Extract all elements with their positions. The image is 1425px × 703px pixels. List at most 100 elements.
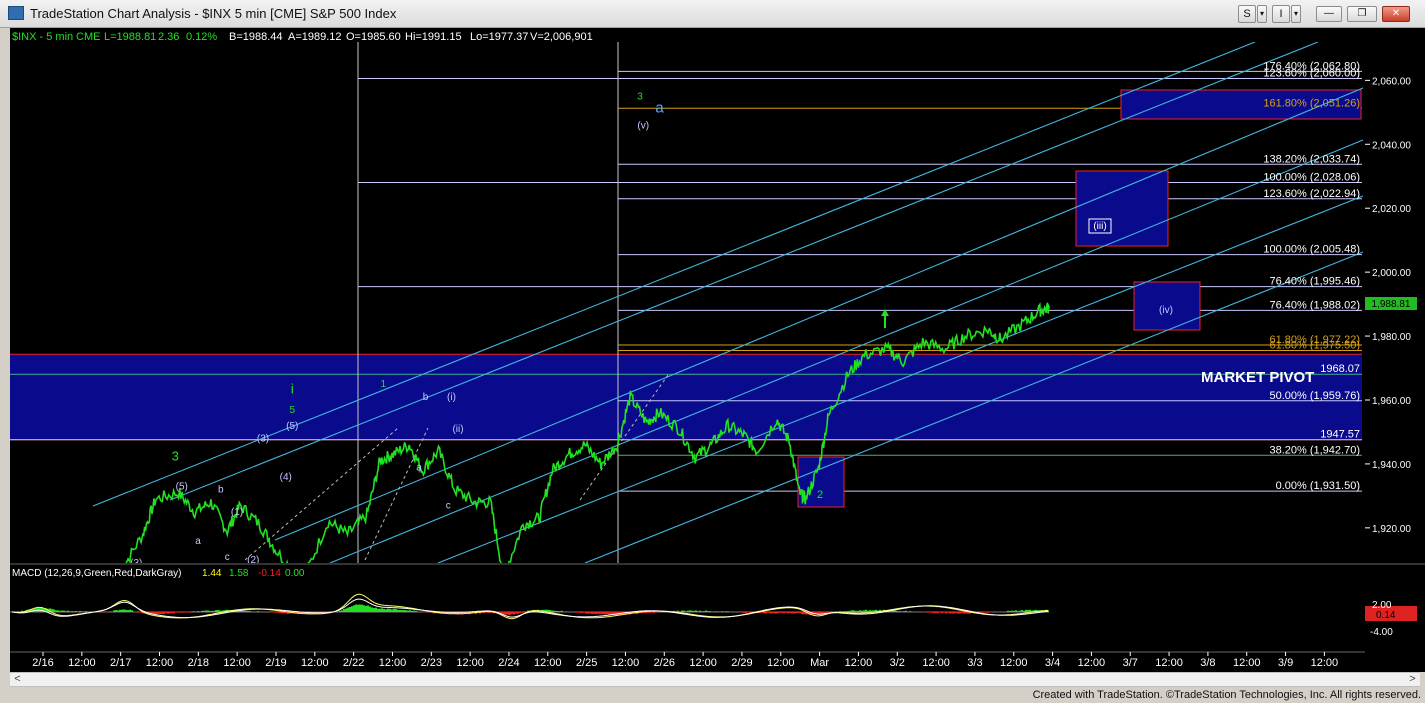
x-tick-label: 3/4	[1045, 657, 1060, 669]
title-bar: TradeStation Chart Analysis - $INX 5 min…	[0, 0, 1425, 28]
fib-level-label: 138.20% (2,033.74)	[1263, 153, 1360, 165]
y-tick-label: 2,020.00	[1372, 204, 1411, 215]
box-label-iv: (iv)	[1159, 305, 1173, 316]
x-tick-label: 12:00	[845, 657, 873, 669]
wave-label: c	[446, 501, 451, 512]
x-tick-label: 12:00	[612, 657, 640, 669]
wave-label: a	[655, 99, 664, 116]
x-tick-label: 12:00	[379, 657, 407, 669]
wave-label: (1)	[231, 507, 243, 518]
tradestation-app-icon	[8, 6, 24, 20]
wave-label: (i)	[447, 392, 456, 403]
x-tick-label: 12:00	[1155, 657, 1183, 669]
low-value: Lo=1977.37	[470, 31, 528, 43]
price-axis-background	[1365, 28, 1425, 672]
wave-label: a	[195, 536, 201, 547]
market-pivot-zone	[10, 354, 1362, 440]
x-tick-label: 3/3	[967, 657, 982, 669]
wave-label: 1	[380, 379, 386, 390]
symbol-i-dropdown-icon[interactable]: ▾	[1291, 5, 1301, 23]
fib-level-label: 100.00% (2,005.48)	[1263, 244, 1360, 256]
chart-area[interactable]: (iii) (iv) 2 MARKET PIVOT 176.40% (2,062…	[0, 28, 1425, 672]
x-tick-label: 12:00	[1078, 657, 1106, 669]
x-tick-label: 12:00	[767, 657, 795, 669]
x-tick-label: 3/8	[1200, 657, 1215, 669]
x-tick-label: 12:00	[456, 657, 484, 669]
fib-level-label: 76.40% (1,995.46)	[1269, 276, 1360, 288]
x-tick-label: 2/24	[498, 657, 519, 669]
scroll-left-arrow[interactable]: <	[10, 673, 25, 686]
restore-button[interactable]: ❐	[1347, 6, 1377, 22]
symbol-s-button[interactable]: S	[1238, 5, 1256, 23]
macd-zero-value: 0.00	[285, 568, 305, 579]
copyright-footer: Created with TradeStation. ©TradeStation…	[1032, 689, 1421, 701]
last-value: L=1988.81	[104, 31, 156, 43]
close-button[interactable]: ✕	[1382, 6, 1410, 22]
wave-label: b	[218, 485, 224, 496]
last-price-label: 1,988.81	[1372, 299, 1411, 310]
x-tick-label: Mar	[810, 657, 829, 669]
symbol-i-button[interactable]: I	[1272, 5, 1290, 23]
fib-level-label: 161.80% (2,051.26)	[1263, 97, 1360, 109]
x-tick-label: 2/19	[265, 657, 286, 669]
x-tick-label: 12:00	[1233, 657, 1261, 669]
wave-label: (5)	[176, 481, 188, 492]
x-tick-label: 12:00	[1311, 657, 1339, 669]
ask-value: A=1989.12	[288, 31, 342, 43]
fib-level-label: 76.40% (1,988.02)	[1269, 299, 1360, 311]
wave-label: 5	[289, 405, 295, 416]
wave-label: 3	[172, 449, 179, 464]
y-tick-label: 1,920.00	[1372, 524, 1411, 535]
x-tick-label: 2/25	[576, 657, 597, 669]
x-tick-label: 2/29	[731, 657, 752, 669]
window-title: TradeStation Chart Analysis - $INX 5 min…	[30, 6, 397, 21]
open-value: O=1985.60	[346, 31, 401, 43]
fib-level-label: 1947.57	[1320, 429, 1360, 441]
wave-label: (ii)	[452, 424, 463, 435]
volume-value: V=2,006,901	[530, 31, 593, 43]
box-label-iii: (iii)	[1093, 221, 1106, 232]
target-box-wave-iii	[1075, 170, 1169, 247]
macd-label: MACD (12,26,9,Green,Red,DarkGray)	[12, 568, 182, 579]
percent-change: 0.12%	[186, 31, 217, 43]
wave-label: (v)	[637, 120, 649, 131]
wave-label: b	[423, 392, 429, 403]
x-tick-label: 12:00	[534, 657, 562, 669]
y-tick-label: 2,060.00	[1372, 76, 1411, 87]
x-tick-label: 12:00	[68, 657, 96, 669]
net-change: 2.36	[158, 31, 179, 43]
wave-label: i	[291, 381, 294, 397]
minimize-button[interactable]: —	[1316, 6, 1342, 22]
symbol-info-bar: $INX - 5 min CME L=1988.81 2.36 0.12% B=…	[12, 31, 593, 43]
scroll-right-arrow[interactable]: >	[1405, 673, 1420, 686]
macd-signal-value: 1.58	[229, 568, 249, 579]
exchange-label: CME	[76, 31, 100, 43]
fib-level-label: 50.00% (1,959.76)	[1269, 390, 1360, 402]
fib-level-label: 38.20% (1,942.70)	[1269, 444, 1360, 456]
wave-label: (5)	[286, 421, 298, 432]
bid-value: B=1988.44	[229, 31, 283, 43]
x-tick-label: 3/7	[1123, 657, 1138, 669]
macd-tick-diff: 0.14	[1376, 610, 1396, 621]
macd-tick-neg4: -4.00	[1370, 627, 1393, 638]
wave-label: 3	[637, 92, 643, 103]
macd-line-value: 1.44	[202, 568, 222, 579]
wave-label: (4)	[280, 472, 292, 483]
fib-level-label: 61.80% (1,975.50)	[1269, 339, 1360, 351]
x-tick-label: 2/26	[654, 657, 675, 669]
x-tick-label: 3/2	[890, 657, 905, 669]
x-tick-label: 2/18	[188, 657, 209, 669]
symbol-s-dropdown-icon[interactable]: ▾	[1257, 5, 1267, 23]
symbol-name: $INX - 5 min	[12, 31, 73, 43]
y-tick-label: 1,980.00	[1372, 332, 1411, 343]
market-pivot-label: MARKET PIVOT	[1201, 369, 1314, 386]
y-tick-label: 1,940.00	[1372, 460, 1411, 471]
chart-left-margin	[0, 28, 10, 672]
x-tick-label: 3/9	[1278, 657, 1293, 669]
chart-horizontal-scrollbar[interactable]: < >	[10, 672, 1420, 687]
wave-label: c	[225, 552, 230, 563]
x-tick-label: 2/23	[421, 657, 442, 669]
fib-level-label: 100.00% (2,028.06)	[1263, 171, 1360, 183]
x-tick-label: 2/17	[110, 657, 131, 669]
wave-label: a	[416, 462, 422, 473]
